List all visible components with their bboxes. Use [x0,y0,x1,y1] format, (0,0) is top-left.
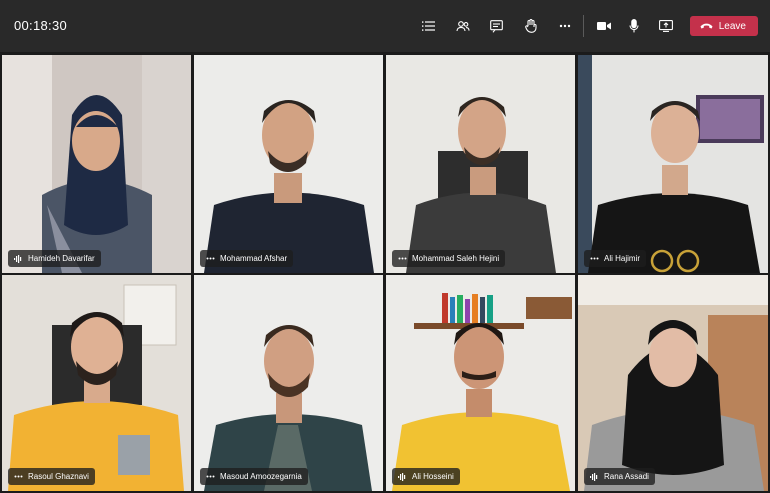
participant-name-tag: Mohammad Saleh Hejini [392,250,506,267]
chat-icon[interactable] [485,14,509,38]
video-tile[interactable]: Ali Hosseini [386,275,575,491]
camera-icon[interactable] [592,14,616,38]
meeting-controls: Leave [415,14,758,38]
participant-video [2,275,191,491]
participant-name: Mohammad Saleh Hejini [412,254,500,263]
video-tile[interactable]: Masoud Amoozegarnia [194,275,383,491]
video-tile[interactable]: Mohammad Afshar [194,55,383,273]
participant-video [2,55,191,273]
participant-video [194,275,383,491]
more-icon[interactable] [206,475,215,478]
participant-name-tag: Rasoul Ghaznavi [8,468,95,485]
hang-up-icon [700,23,713,29]
video-tile[interactable]: Rasoul Ghaznavi [2,275,191,491]
participant-name: Mohammad Afshar [220,254,288,263]
video-tile[interactable]: Ali Hajimir [578,55,768,273]
participant-name: Rana Assadi [604,472,649,481]
more-icon[interactable] [590,257,599,260]
participant-name: Masoud Amoozegarnia [220,472,302,481]
participant-name-tag: Ali Hajimir [584,250,646,267]
video-tile[interactable]: Mohammad Saleh Hejini [386,55,575,273]
more-icon[interactable] [553,14,577,38]
participant-video [578,55,768,273]
participant-name: Ali Hajimir [604,254,640,263]
meeting-toolbar: 00:18:30 Leave [0,0,770,52]
participant-video [194,55,383,273]
participant-name-tag: Rana Assadi [584,468,655,485]
more-icon[interactable] [398,257,407,260]
participant-video [578,275,768,491]
participant-name: Ali Hosseini [412,472,454,481]
participant-video [386,275,575,491]
video-tile[interactable]: Rana Assadi [578,275,768,491]
list-icon[interactable] [417,14,441,38]
more-icon[interactable] [14,475,23,478]
video-tile[interactable]: Hamideh Davarifar [2,55,191,273]
participant-name-tag: Hamideh Davarifar [8,250,101,267]
participant-name-tag: Mohammad Afshar [200,250,294,267]
participant-video [386,55,575,273]
microphone-icon[interactable] [622,14,646,38]
speaking-icon [590,472,599,481]
participant-name: Hamideh Davarifar [28,254,95,263]
participant-name-tag: Ali Hosseini [392,468,460,485]
leave-button[interactable]: Leave [689,16,758,36]
more-icon[interactable] [206,257,215,260]
leave-label: Leave [718,20,746,32]
toolbar-divider [582,15,584,37]
video-grid: Hamideh Davarifar Mohammad Afshar Mohamm… [0,52,770,493]
raise-hand-icon[interactable] [519,14,543,38]
share-screen-icon[interactable] [654,14,678,38]
speaking-icon [14,254,23,263]
meeting-timer: 00:18:30 [14,18,68,33]
people-icon[interactable] [451,14,475,38]
participant-name: Rasoul Ghaznavi [28,472,89,481]
speaking-icon [398,472,407,481]
participant-name-tag: Masoud Amoozegarnia [200,468,308,485]
